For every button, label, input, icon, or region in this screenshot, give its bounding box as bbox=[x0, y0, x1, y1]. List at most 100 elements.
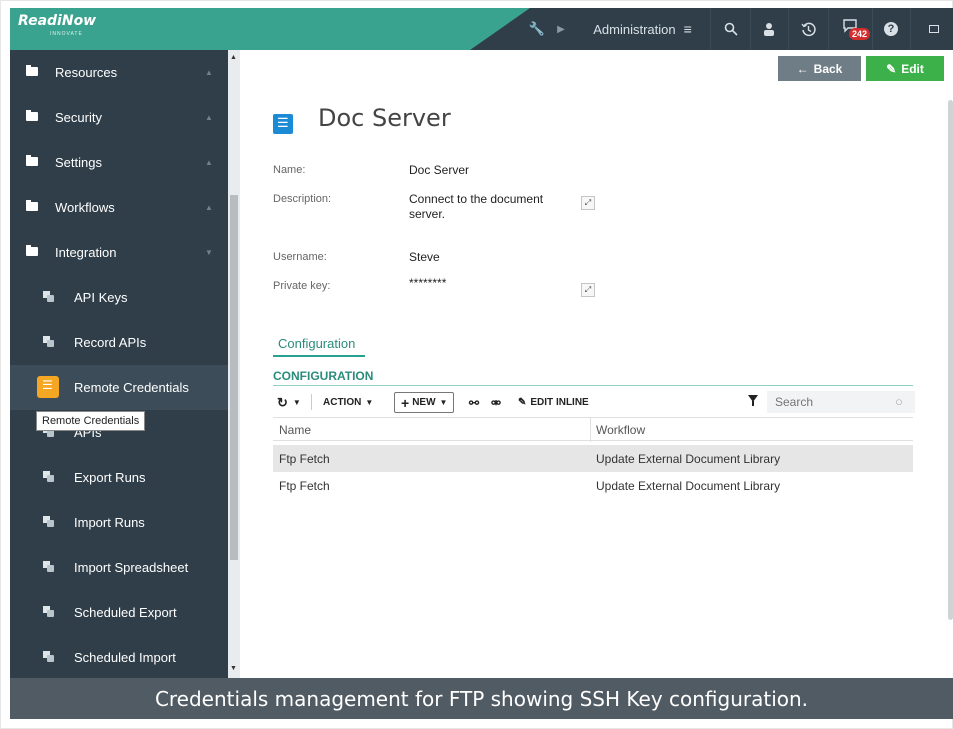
refresh-icon: ↻ bbox=[277, 394, 288, 410]
sidebar-section-security[interactable]: Security ▲ bbox=[10, 95, 228, 140]
chevron-up-icon: ▲ bbox=[205, 68, 213, 77]
cell-name: Ftp Fetch bbox=[279, 479, 330, 493]
table-row[interactable]: Ftp Fetch Update External Document Libra… bbox=[273, 445, 913, 472]
top-bar: ReadiNow INNOVATE 🔧 ▶ Administration ≡ 2… bbox=[10, 8, 953, 50]
back-label: Back bbox=[813, 61, 843, 76]
edit-inline-button[interactable]: ✎ EDIT INLINE bbox=[518, 392, 589, 413]
pin-icon bbox=[43, 606, 54, 617]
sidebar-item-label: Import Spreadsheet bbox=[74, 560, 189, 575]
sidebar-item-label: API Keys bbox=[74, 290, 128, 305]
search-input[interactable] bbox=[767, 391, 885, 413]
chevron-down-icon: ▼ bbox=[292, 398, 301, 407]
record-icon bbox=[273, 114, 293, 134]
search-box: ○ bbox=[767, 391, 915, 413]
chevron-up-icon: ▲ bbox=[205, 113, 213, 122]
arrow-left-icon: ← bbox=[796, 61, 809, 76]
grid-toolbar: ↻ ▼ ACTION ▼ + NEW ▼ ⚯ ⚮ ✎ EDIT INLINE S… bbox=[273, 387, 915, 417]
sidebar-section-integration[interactable]: Integration ▼ bbox=[10, 230, 228, 275]
sidebar-item-import-runs[interactable]: Import Runs bbox=[10, 500, 228, 545]
folder-icon bbox=[26, 155, 38, 166]
search-icon[interactable]: ○ bbox=[895, 394, 903, 409]
pin-icon bbox=[43, 336, 54, 347]
sidebar-scrollbar[interactable]: ▲ ▼ bbox=[228, 50, 240, 678]
name-value: Doc Server bbox=[409, 163, 470, 177]
topbar-divider bbox=[750, 8, 751, 50]
table-header: Name Workflow bbox=[273, 417, 913, 442]
tab-configuration[interactable]: Configuration bbox=[278, 336, 355, 351]
administration-menu[interactable]: Administration ≡ bbox=[580, 8, 705, 50]
topbar-divider bbox=[828, 8, 829, 50]
scroll-up-icon[interactable]: ▲ bbox=[230, 54, 237, 61]
description-label: Description: bbox=[273, 193, 332, 205]
cell-workflow: Update External Document Library bbox=[596, 479, 781, 493]
page-title: Doc Server bbox=[318, 104, 451, 132]
sidebar-item-record-apis[interactable]: Record APIs bbox=[10, 320, 228, 365]
back-button[interactable]: ← Back bbox=[778, 56, 861, 81]
help-icon[interactable]: ? bbox=[876, 8, 906, 50]
tab-underline bbox=[273, 355, 365, 357]
notification-badge: 242 bbox=[849, 28, 871, 40]
column-header-name[interactable]: Name bbox=[279, 423, 311, 437]
new-label: NEW bbox=[412, 397, 436, 408]
app-logo-subtitle: INNOVATE bbox=[50, 31, 83, 37]
description-value: Connect to the document server. bbox=[409, 192, 544, 221]
scrollbar-thumb[interactable] bbox=[230, 195, 238, 560]
sidebar-section-settings[interactable]: Settings ▲ bbox=[10, 140, 228, 185]
username-value: Steve bbox=[409, 250, 440, 264]
folder-icon bbox=[26, 65, 38, 76]
play-icon[interactable]: ▶ bbox=[550, 8, 572, 50]
wrench-icon[interactable]: 🔧 bbox=[526, 8, 548, 50]
pin-icon bbox=[43, 291, 54, 302]
new-button[interactable]: + NEW ▼ bbox=[394, 392, 455, 413]
search-icon[interactable] bbox=[716, 8, 746, 50]
sidebar-section-label: Workflows bbox=[55, 200, 115, 215]
chevron-down-icon: ▼ bbox=[205, 248, 213, 257]
cell-workflow: Update External Document Library bbox=[596, 452, 781, 466]
chat-icon[interactable]: 242 bbox=[832, 8, 871, 50]
pin-icon bbox=[43, 651, 54, 662]
sidebar-item-api-keys[interactable]: API Keys bbox=[10, 275, 228, 320]
table-row[interactable]: Ftp Fetch Update External Document Libra… bbox=[273, 472, 913, 499]
sidebar-item-export-runs[interactable]: Export Runs bbox=[10, 455, 228, 500]
app-logo[interactable]: ReadiNow bbox=[18, 13, 96, 29]
scroll-down-icon[interactable]: ▼ bbox=[230, 665, 237, 672]
history-icon[interactable] bbox=[792, 8, 824, 50]
sidebar-item-label: Scheduled Export bbox=[74, 605, 177, 620]
filter-icon[interactable] bbox=[748, 395, 758, 406]
chevron-down-icon: ▼ bbox=[365, 398, 374, 407]
sidebar-item-scheduled-import[interactable]: Scheduled Import bbox=[10, 635, 228, 678]
pencil-icon: ✎ bbox=[518, 397, 527, 408]
link-icon[interactable]: ⚯ bbox=[469, 392, 479, 413]
refresh-button[interactable]: ↻ ▼ bbox=[277, 392, 301, 413]
user-icon[interactable] bbox=[754, 8, 784, 50]
window-icon[interactable] bbox=[914, 8, 953, 50]
chevron-down-icon: ▼ bbox=[439, 398, 448, 407]
content-scrollbar[interactable] bbox=[948, 100, 953, 620]
edit-button[interactable]: ✎ Edit bbox=[866, 56, 944, 81]
sidebar-item-label: Import Runs bbox=[74, 515, 145, 530]
sidebar-item-import-spreadsheet[interactable]: Import Spreadsheet bbox=[10, 545, 228, 590]
sidebar-item-remote-credentials[interactable]: Remote Credentials bbox=[10, 365, 228, 410]
column-header-workflow[interactable]: Workflow bbox=[596, 423, 645, 437]
folder-icon bbox=[26, 245, 38, 256]
private-key-value: ******** bbox=[409, 276, 447, 290]
tooltip: Remote Credentials bbox=[36, 411, 146, 431]
expand-icon[interactable]: ⤢ bbox=[581, 283, 595, 297]
sidebar-section-resources[interactable]: Resources ▲ bbox=[10, 50, 228, 95]
topbar-divider bbox=[872, 8, 873, 50]
app-window: ReadiNow INNOVATE 🔧 ▶ Administration ≡ 2… bbox=[10, 8, 953, 678]
sidebar-section-workflows[interactable]: Workflows ▲ bbox=[10, 185, 228, 230]
chevron-up-icon: ▲ bbox=[205, 158, 213, 167]
topbar-divider bbox=[788, 8, 789, 50]
sidebar-section-label: Resources bbox=[55, 65, 118, 80]
menu-icon: ≡ bbox=[683, 21, 692, 37]
expand-icon[interactable]: ⤢ bbox=[581, 196, 595, 210]
folder-icon bbox=[26, 110, 38, 121]
sidebar-item-scheduled-export[interactable]: Scheduled Export bbox=[10, 590, 228, 635]
main-content: ← Back ✎ Edit Doc Server Name: Doc Serve… bbox=[240, 50, 953, 678]
action-menu-button[interactable]: ACTION ▼ bbox=[323, 392, 373, 413]
unlink-icon[interactable]: ⚮ bbox=[491, 392, 501, 413]
column-divider bbox=[590, 418, 591, 442]
sidebar: Resources ▲ Security ▲ Settings ▲ Workfl… bbox=[10, 50, 228, 678]
toolbar-divider bbox=[311, 394, 312, 410]
